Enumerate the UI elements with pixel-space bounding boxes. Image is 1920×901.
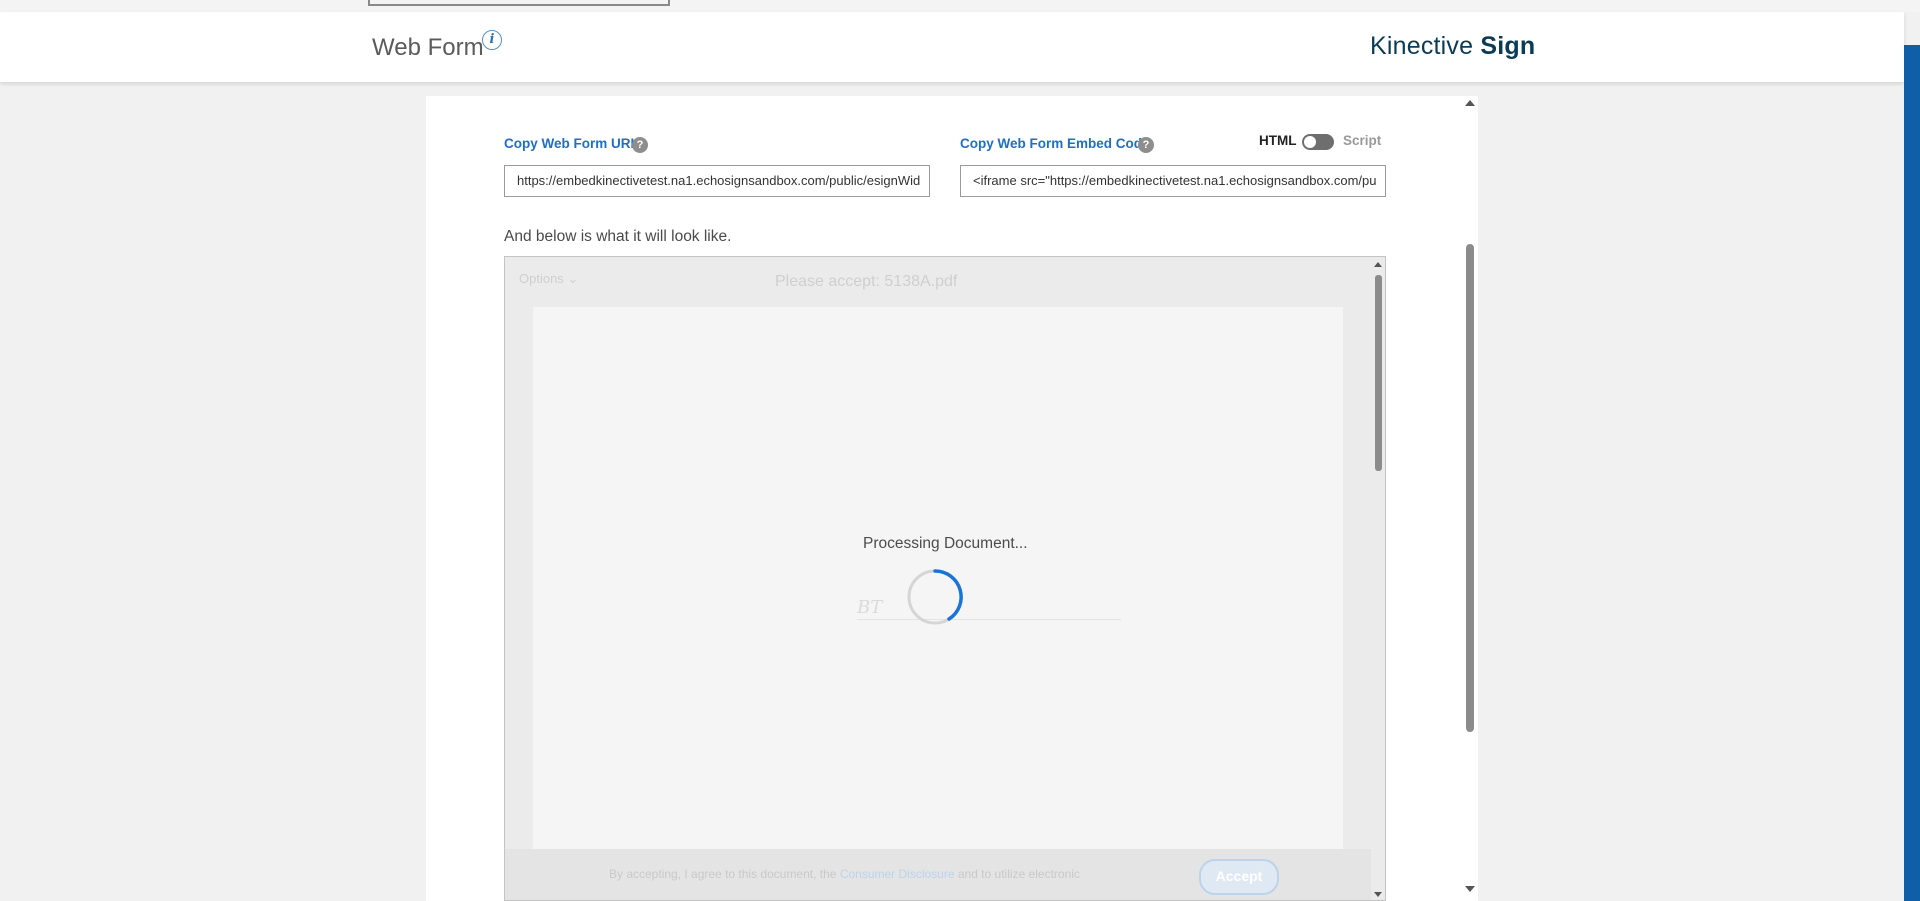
preview-scroll-thumb[interactable] xyxy=(1375,275,1382,471)
scroll-down-arrow-icon[interactable] xyxy=(1465,886,1475,892)
preview-accept-button[interactable]: Accept xyxy=(1199,859,1279,895)
preview-footer-text: By accepting, I agree to this document, … xyxy=(609,867,1080,881)
brand-name-bold: Sign xyxy=(1480,32,1536,60)
processing-status-text: Processing Document... xyxy=(863,535,1028,552)
embed-help-icon[interactable]: ? xyxy=(1138,137,1154,153)
preview-signature-mark: BT xyxy=(857,597,883,618)
page-header: Web Form i Kinective Sign xyxy=(0,12,1904,82)
web-form-url-field[interactable]: https://embedkinectivetest.na1.echosigns… xyxy=(504,165,930,197)
preview-scrollbar[interactable] xyxy=(1370,257,1385,900)
footer-text-before: By accepting, I agree to this document, … xyxy=(609,867,840,881)
web-form-preview: Options ⌄ Please accept: 5138A.pdf BT Pr… xyxy=(504,256,1386,901)
brand-name-light: Kinective xyxy=(1370,32,1474,60)
toggle-script-label: Script xyxy=(1343,133,1382,148)
url-label: Copy Web Form URL xyxy=(504,136,639,151)
embed-code-field[interactable]: <iframe src="https://embedkinectivetest.… xyxy=(960,165,1386,197)
html-script-toggle[interactable] xyxy=(1302,134,1334,150)
preview-options-menu[interactable]: Options ⌄ xyxy=(519,271,578,287)
footer-text-after: and to utilize electronic xyxy=(954,867,1080,881)
preview-scroll-down-icon[interactable] xyxy=(1374,892,1382,897)
info-icon[interactable]: i xyxy=(482,30,502,50)
preview-signature-line xyxy=(857,619,1121,620)
page-title: Web Form xyxy=(372,34,484,61)
consumer-disclosure-link[interactable]: Consumer Disclosure xyxy=(840,867,955,881)
panel-scrollbar[interactable] xyxy=(1461,96,1478,896)
top-tab-outline[interactable] xyxy=(368,0,670,6)
top-strip xyxy=(0,0,1920,12)
toggle-html-label: HTML xyxy=(1259,133,1297,148)
scroll-thumb[interactable] xyxy=(1466,244,1474,732)
loading-spinner-icon xyxy=(907,569,963,625)
embed-code-label: Copy Web Form Embed Code xyxy=(960,136,1150,151)
preview-scroll-up-icon[interactable] xyxy=(1374,262,1382,267)
preview-caption: And below is what it will look like. xyxy=(504,228,732,245)
preview-document-title: Please accept: 5138A.pdf xyxy=(775,273,958,290)
brand-logo: Kinective Sign xyxy=(1370,32,1535,61)
right-edge-bar xyxy=(1904,45,1920,901)
scroll-up-arrow-icon[interactable] xyxy=(1465,100,1475,106)
url-help-icon[interactable]: ? xyxy=(632,137,648,153)
toggle-knob xyxy=(1304,136,1316,148)
